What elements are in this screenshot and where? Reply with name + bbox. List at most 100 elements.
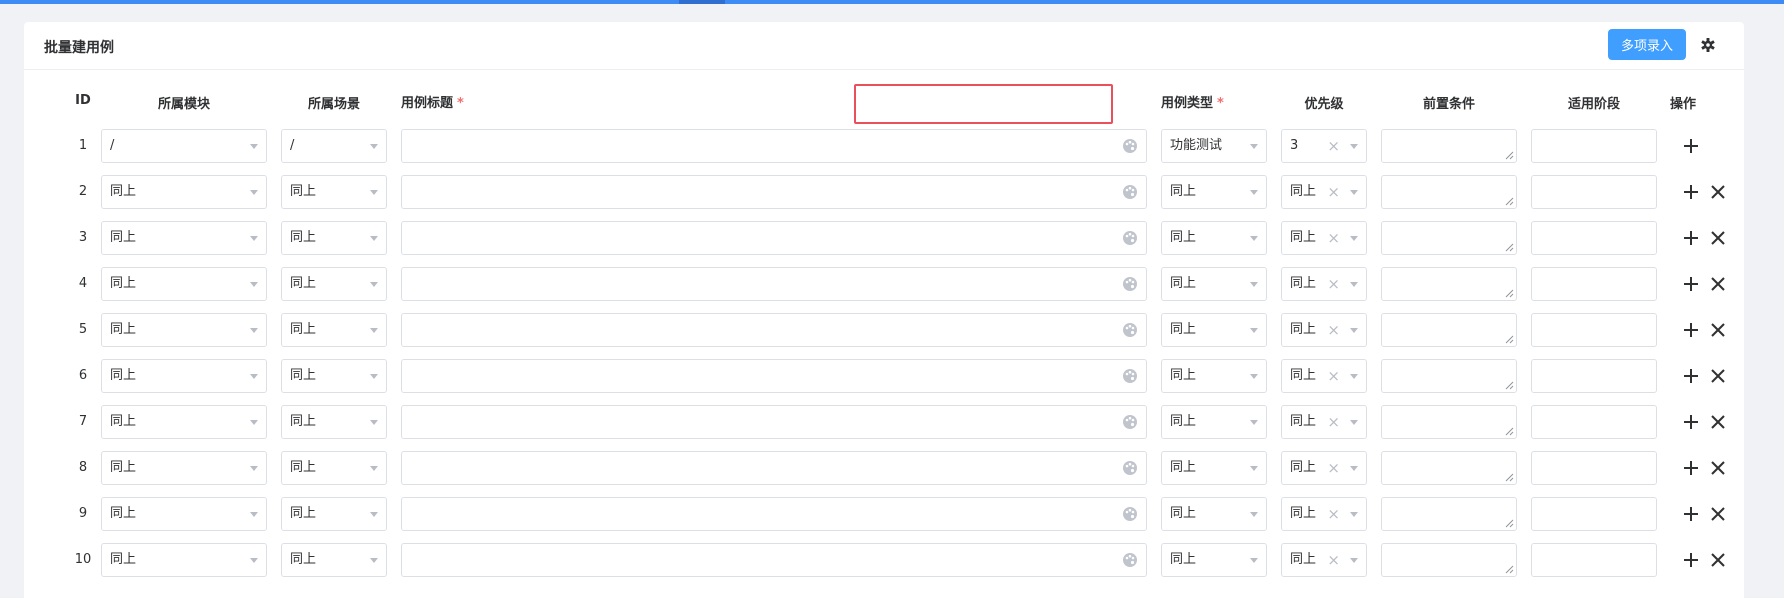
close-icon[interactable] — [1709, 413, 1727, 431]
close-icon[interactable] — [1709, 229, 1727, 247]
palette-icon[interactable] — [1122, 184, 1138, 200]
stage-input[interactable] — [1531, 543, 1657, 577]
scene-select[interactable]: 同上 — [281, 267, 387, 301]
case-title-input[interactable] — [401, 267, 1147, 301]
priority-select[interactable]: 同上 × — [1281, 221, 1367, 255]
precondition-textarea[interactable] — [1381, 313, 1517, 347]
case-type-select[interactable]: 同上 — [1161, 497, 1267, 531]
clear-icon[interactable]: × — [1327, 176, 1340, 208]
multi-entry-button[interactable]: 多项录入 — [1608, 29, 1686, 60]
precondition-textarea[interactable] — [1381, 359, 1517, 393]
resize-handle-icon[interactable] — [1505, 427, 1514, 436]
module-select[interactable]: 同上 — [101, 451, 267, 485]
palette-icon[interactable] — [1122, 276, 1138, 292]
priority-select[interactable]: 同上 × — [1281, 497, 1367, 531]
case-title-input[interactable] — [401, 129, 1147, 163]
scene-select[interactable]: 同上 — [281, 543, 387, 577]
palette-icon[interactable] — [1122, 230, 1138, 246]
module-select[interactable]: 同上 — [101, 175, 267, 209]
priority-select[interactable]: 同上 × — [1281, 451, 1367, 485]
precondition-textarea[interactable] — [1381, 405, 1517, 439]
clear-icon[interactable]: × — [1327, 544, 1340, 576]
case-type-select[interactable]: 同上 — [1161, 405, 1267, 439]
module-select[interactable]: 同上 — [101, 359, 267, 393]
priority-select[interactable]: 同上 × — [1281, 359, 1367, 393]
gear-icon[interactable] — [1698, 35, 1718, 55]
module-select[interactable]: 同上 — [101, 267, 267, 301]
clear-icon[interactable]: × — [1327, 130, 1340, 162]
close-icon[interactable] — [1709, 183, 1727, 201]
case-title-input[interactable] — [401, 497, 1147, 531]
priority-select[interactable]: 同上 × — [1281, 313, 1367, 347]
clear-icon[interactable]: × — [1327, 406, 1340, 438]
stage-input[interactable] — [1531, 129, 1657, 163]
palette-icon[interactable] — [1122, 368, 1138, 384]
close-icon[interactable] — [1709, 551, 1727, 569]
module-select[interactable]: / — [101, 129, 267, 163]
case-title-input[interactable] — [401, 543, 1147, 577]
module-select[interactable]: 同上 — [101, 221, 267, 255]
case-type-select[interactable]: 同上 — [1161, 451, 1267, 485]
clear-icon[interactable]: × — [1327, 452, 1340, 484]
resize-handle-icon[interactable] — [1505, 381, 1514, 390]
plus-icon[interactable] — [1682, 275, 1700, 293]
resize-handle-icon[interactable] — [1505, 289, 1514, 298]
stage-input[interactable] — [1531, 497, 1657, 531]
case-title-input[interactable] — [401, 405, 1147, 439]
scene-select[interactable]: 同上 — [281, 497, 387, 531]
stage-input[interactable] — [1531, 221, 1657, 255]
precondition-textarea[interactable] — [1381, 497, 1517, 531]
precondition-textarea[interactable] — [1381, 543, 1517, 577]
palette-icon[interactable] — [1122, 506, 1138, 522]
scene-select[interactable]: 同上 — [281, 359, 387, 393]
stage-input[interactable] — [1531, 175, 1657, 209]
priority-select[interactable]: 同上 × — [1281, 543, 1367, 577]
stage-input[interactable] — [1531, 359, 1657, 393]
case-title-input[interactable] — [401, 451, 1147, 485]
palette-icon[interactable] — [1122, 414, 1138, 430]
clear-icon[interactable]: × — [1327, 222, 1340, 254]
close-icon[interactable] — [1709, 459, 1727, 477]
module-select[interactable]: 同上 — [101, 497, 267, 531]
priority-select[interactable]: 同上 × — [1281, 175, 1367, 209]
plus-icon[interactable] — [1682, 459, 1700, 477]
close-icon[interactable] — [1709, 505, 1727, 523]
precondition-textarea[interactable] — [1381, 451, 1517, 485]
stage-input[interactable] — [1531, 405, 1657, 439]
priority-select[interactable]: 同上 × — [1281, 267, 1367, 301]
close-icon[interactable] — [1709, 275, 1727, 293]
case-type-select[interactable]: 同上 — [1161, 359, 1267, 393]
scene-select[interactable]: / — [281, 129, 387, 163]
stage-input[interactable] — [1531, 451, 1657, 485]
module-select[interactable]: 同上 — [101, 543, 267, 577]
precondition-textarea[interactable] — [1381, 267, 1517, 301]
resize-handle-icon[interactable] — [1505, 197, 1514, 206]
clear-icon[interactable]: × — [1327, 314, 1340, 346]
resize-handle-icon[interactable] — [1505, 151, 1514, 160]
case-type-select[interactable]: 同上 — [1161, 221, 1267, 255]
resize-handle-icon[interactable] — [1505, 243, 1514, 252]
case-title-input[interactable] — [401, 175, 1147, 209]
scene-select[interactable]: 同上 — [281, 313, 387, 347]
resize-handle-icon[interactable] — [1505, 565, 1514, 574]
clear-icon[interactable]: × — [1327, 268, 1340, 300]
module-select[interactable]: 同上 — [101, 313, 267, 347]
case-type-select[interactable]: 同上 — [1161, 313, 1267, 347]
case-title-input[interactable] — [401, 221, 1147, 255]
priority-select[interactable]: 3 × — [1281, 129, 1367, 163]
resize-handle-icon[interactable] — [1505, 335, 1514, 344]
close-icon[interactable] — [1709, 321, 1727, 339]
plus-icon[interactable] — [1682, 137, 1700, 155]
scene-select[interactable]: 同上 — [281, 221, 387, 255]
plus-icon[interactable] — [1682, 367, 1700, 385]
case-title-input[interactable] — [401, 359, 1147, 393]
palette-icon[interactable] — [1122, 552, 1138, 568]
case-type-select[interactable]: 同上 — [1161, 543, 1267, 577]
priority-select[interactable]: 同上 × — [1281, 405, 1367, 439]
case-title-input[interactable] — [401, 313, 1147, 347]
plus-icon[interactable] — [1682, 183, 1700, 201]
case-type-select[interactable]: 功能测试 — [1161, 129, 1267, 163]
case-type-select[interactable]: 同上 — [1161, 267, 1267, 301]
clear-icon[interactable]: × — [1327, 360, 1340, 392]
scene-select[interactable]: 同上 — [281, 451, 387, 485]
